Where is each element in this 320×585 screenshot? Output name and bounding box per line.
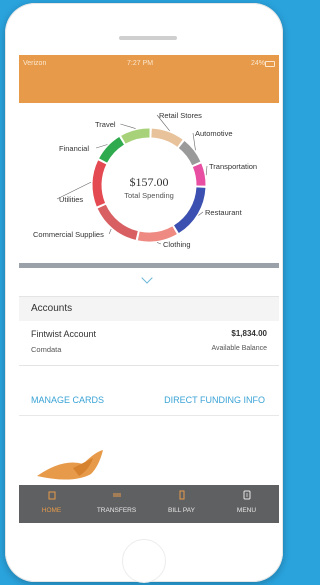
donut-label: Commercial Supplies xyxy=(33,230,104,239)
donut-label: Restaurant xyxy=(205,208,243,217)
menu-icon xyxy=(243,490,250,500)
home-button[interactable] xyxy=(122,539,166,583)
chevron-down-icon[interactable] xyxy=(141,272,153,284)
tab-transfers[interactable]: TRANSFERS xyxy=(84,485,149,523)
header-band: Verizon 7:27 PM 24% xyxy=(19,55,279,103)
account-name: Fintwist Account xyxy=(31,329,97,339)
donut-slice-travel[interactable] xyxy=(121,128,150,144)
home-icon xyxy=(48,491,55,500)
accounts-header: Accounts xyxy=(19,296,279,322)
expand-row[interactable] xyxy=(19,268,279,296)
status-bar: Verizon 7:27 PM 24% xyxy=(19,60,279,72)
leader-line xyxy=(205,165,208,176)
donut-slice-automotive[interactable] xyxy=(178,141,201,166)
clock: 7:27 PM xyxy=(127,60,154,67)
donut-slice-transportation[interactable] xyxy=(192,163,206,186)
transfer-icon xyxy=(112,493,121,497)
total-spending-label: Total Spending xyxy=(124,191,174,200)
spending-chart[interactable]: Retail Stores Automotive Transportation Res… xyxy=(19,103,279,263)
donut-slice-commercial-supplies[interactable] xyxy=(97,204,138,240)
leader-line xyxy=(156,242,162,245)
donut-label: Transportation xyxy=(209,162,257,171)
battery-icon xyxy=(265,61,275,67)
account-balance-label: Available Balance xyxy=(211,345,267,352)
battery-percent: 24% xyxy=(250,60,265,67)
tab-transfers-label: TRANSFERS xyxy=(96,507,137,514)
donut-label: Automotive xyxy=(195,129,233,138)
donut-label: Clothing xyxy=(163,240,191,249)
tab-menu[interactable]: MENU xyxy=(214,485,279,523)
app-screen: Verizon 7:27 PM 24% Retail Stores Automot… xyxy=(19,55,279,523)
donut-slice-clothing[interactable] xyxy=(137,226,177,242)
account-provider: Comdata xyxy=(31,345,62,354)
direct-funding-link[interactable]: DIRECT FUNDING INFO xyxy=(164,395,265,405)
account-balance: $1,834.00 xyxy=(231,329,267,338)
donut-slice-financial[interactable] xyxy=(99,136,125,163)
leader-line xyxy=(198,211,204,216)
leader-line xyxy=(108,228,112,235)
total-spending-amount: $157.00 xyxy=(130,175,169,189)
donut-slice-utilities[interactable] xyxy=(92,160,107,207)
accounts-title: Accounts xyxy=(31,303,73,314)
tab-menu-label: MENU xyxy=(236,507,257,514)
promo-graphic xyxy=(37,450,103,480)
donut-label: Financial xyxy=(59,144,89,153)
donut-label: Retail Stores xyxy=(159,111,202,120)
manage-cards-link[interactable]: MANAGE CARDS xyxy=(31,395,104,405)
bill-icon xyxy=(179,490,184,500)
tab-bill-pay[interactable]: BILL PAY xyxy=(149,485,214,523)
tab-home-label: HOME xyxy=(41,507,62,514)
donut-label: Travel xyxy=(95,120,116,129)
leader-line xyxy=(120,123,136,129)
account-row[interactable]: Fintwist Account Comdata $1,834.00 Avail… xyxy=(19,321,279,366)
leader-line xyxy=(96,144,108,149)
card-links: MANAGE CARDS DIRECT FUNDING INFO xyxy=(19,385,279,416)
tab-bill-pay-label: BILL PAY xyxy=(168,507,195,514)
tab-home[interactable]: HOME xyxy=(19,485,84,523)
speaker-grille xyxy=(119,36,177,40)
donut-slice-retail-stores[interactable] xyxy=(151,128,183,147)
donut-slice-restaurant[interactable] xyxy=(173,187,206,234)
tab-bar: HOME TRANSFERS BILL PAY MENU xyxy=(19,485,279,523)
carrier-label: Verizon xyxy=(23,60,47,67)
spending-donut[interactable]: Retail Stores Automotive Transportation Res… xyxy=(19,103,279,263)
